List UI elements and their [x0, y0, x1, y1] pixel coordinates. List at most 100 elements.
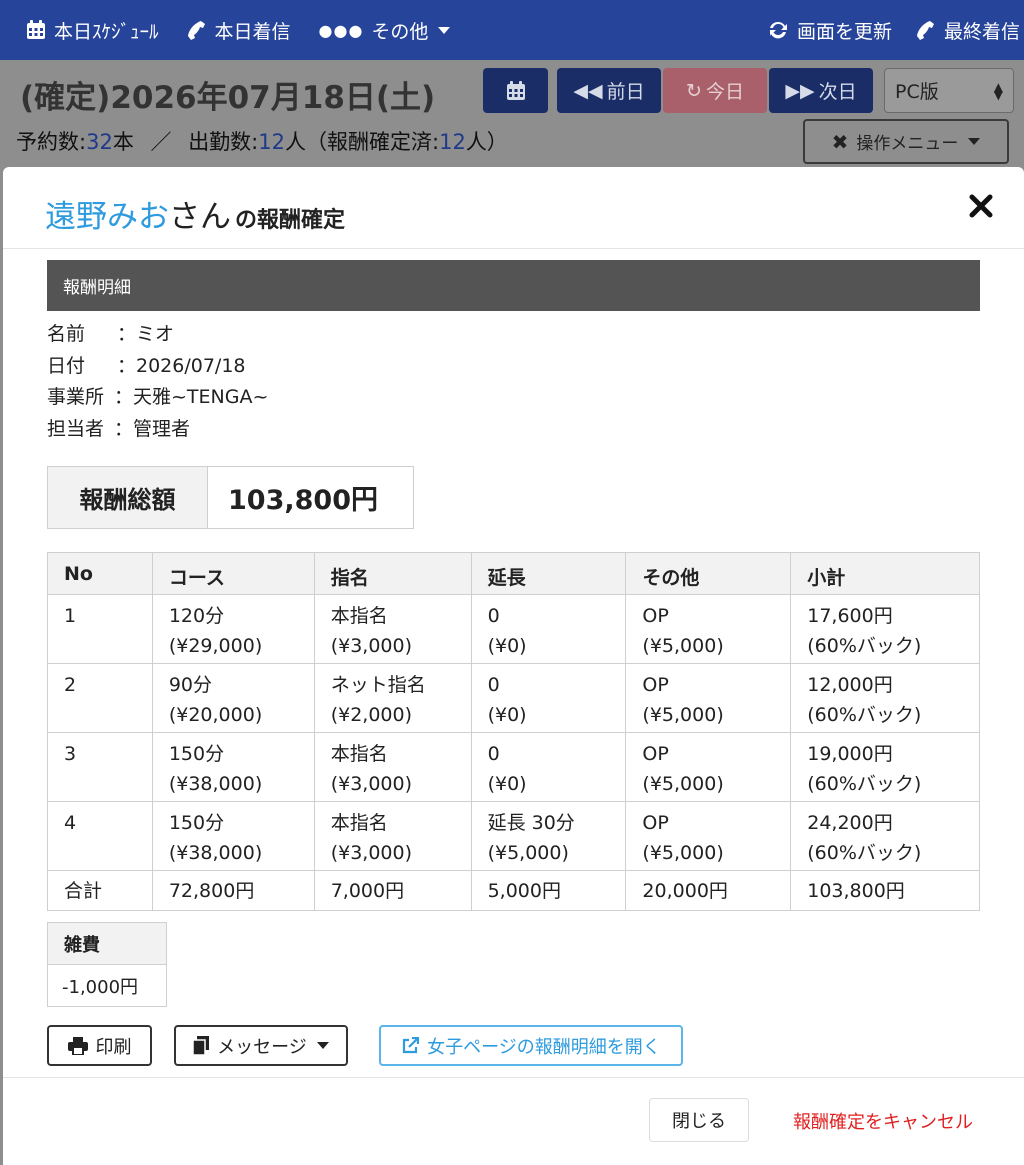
nav-refresh-label: 画面を更新 [796, 20, 892, 43]
cell-line: OP [642, 674, 669, 696]
nav-other-label: その他 [371, 20, 429, 43]
cell-line: 延長 30分 [487, 812, 575, 834]
cell-line: (¥20,000) [168, 704, 263, 726]
info-value: ：管理者 [114, 417, 191, 440]
info-key: 日付 [47, 354, 86, 377]
cell-line: (60%バック) [807, 704, 922, 726]
forward-icon: ▶▶ [785, 79, 815, 102]
cell-line: (¥29,000) [168, 635, 263, 657]
cell-other: OP (¥5,000) [625, 594, 792, 664]
cell-no: 1 [47, 594, 153, 664]
operations-menu-button[interactable]: ✖ 操作メニュー [803, 119, 1009, 164]
cell-line: 0 [487, 743, 500, 765]
cell-line: (¥5,000) [642, 842, 724, 864]
cell-line: (60%バック) [807, 773, 922, 795]
col-header: その他 [625, 552, 792, 595]
chevron-down-icon [316, 1042, 329, 1049]
cell-no: 4 [47, 801, 153, 871]
print-icon [67, 1036, 88, 1055]
misc-expense-value: -1,000円 [62, 976, 139, 998]
cell-subtotal: 24,200円 (60%バック) [790, 801, 980, 871]
nav-other-dropdown[interactable]: ●●● その他 [319, 17, 451, 44]
redo-icon: ↻ [686, 79, 702, 102]
message-dropdown-button[interactable]: メッセージ [174, 1025, 348, 1066]
cell-line: (¥5,000) [642, 704, 724, 726]
sum-extension: 5,000円 [470, 870, 627, 911]
modal-title-suffix: の報酬確定 [235, 208, 346, 233]
col-header: コース [151, 552, 315, 595]
cell-line: (60%バック) [807, 842, 922, 864]
page-stats: 予約数:32本 ／ 出勤数:12人（報酬確定済:12人） [16, 126, 508, 156]
col-header: 指名 [313, 552, 472, 595]
cell-line: OP [642, 743, 669, 765]
select-arrows-icon: ▲ ▼ [993, 79, 1003, 102]
prev-day-label: 前日 [606, 81, 645, 103]
cancel-reward-confirm-button[interactable]: 報酬確定をキャンセル [793, 1108, 973, 1134]
today-button[interactable]: ↻ 今日 [663, 68, 767, 113]
open-cast-reward-page-button[interactable]: 女子ページの報酬明細を開く [379, 1025, 683, 1066]
reward-info: 名前 ：ミオ 日付 ：2026/07/18 事業所 ：天雅~TENGA~ 担当者 ：管理… [47, 317, 268, 443]
info-value: ：ミオ [117, 323, 175, 346]
prev-day-button[interactable]: ◀◀ 前日 [557, 68, 661, 113]
reserve-unit: 本 [112, 130, 134, 154]
nav-today-schedule[interactable]: 本日ｽｹｼﾞｭｰﾙ [26, 17, 159, 44]
cell-course: 90分 (¥20,000) [151, 663, 315, 733]
sum-other: 20,000円 [625, 870, 792, 911]
table-sum-row: 合計 72,800円 7,000円 5,000円 20,000円 103,800… [47, 870, 980, 911]
close-icon[interactable] [968, 193, 994, 219]
cell-line: (¥3,000) [330, 842, 413, 864]
print-button[interactable]: 印刷 [47, 1025, 152, 1066]
cell-line: (60%バック) [807, 635, 922, 657]
attend-count: 12 [258, 130, 285, 154]
nav-today-calls[interactable]: 本日着信 [187, 17, 291, 44]
attend-unit: 人（報酬確定済: [285, 130, 440, 154]
calendar-icon [27, 20, 45, 39]
nav-last-call[interactable]: 最終着信 [916, 17, 1020, 44]
sum-nomination: 7,000円 [313, 870, 472, 911]
tools-icon: ✖ [831, 129, 849, 154]
reward-total: 報酬総額 103,800円 [47, 466, 414, 529]
confirmed-count: 12 [439, 130, 466, 154]
close-button[interactable]: 閉じる [649, 1098, 749, 1142]
cell-subtotal: 12,000円 (60%バック) [790, 663, 980, 733]
cell-course: 150分 (¥38,000) [151, 732, 315, 802]
operations-menu-label: 操作メニュー [856, 134, 959, 154]
table-row: 4 150分 (¥38,000) 本指名 (¥3,000) 延長 30分 (¥5,00… [47, 801, 980, 871]
version-select[interactable]: PC版 ▲ ▼ [884, 68, 1014, 113]
nav-refresh[interactable]: 画面を更新 [767, 17, 892, 44]
reward-confirm-modal: 遠野みお さん の報酬確定 報酬明細 名前 ：ミオ 日付 ：2026/07/18 事… [3, 167, 1024, 1165]
chevron-down-icon [438, 26, 451, 34]
confirmed-unit: 人） [465, 130, 508, 154]
info-row-date: 日付 ：2026/07/18 [47, 349, 268, 381]
phone-icon [916, 21, 934, 40]
section-header: 報酬明細 [47, 260, 980, 311]
calendar-button[interactable] [483, 68, 548, 113]
cell-extension: 0 (¥0) [470, 663, 627, 733]
col-header: 小計 [790, 552, 980, 595]
modal-title: 遠野みお さん の報酬確定 [45, 191, 345, 236]
cell-other: OP (¥5,000) [625, 732, 792, 802]
table-row: 2 90分 (¥20,000) ネット指名 (¥2,000) 0 (¥0) OP (¥5… [47, 663, 980, 733]
nav-today-schedule-label: 本日ｽｹｼﾞｭｰﾙ [54, 20, 159, 43]
reserve-count: 32 [86, 130, 113, 154]
cell-line: 120分 [168, 605, 225, 627]
cell-line: 0 [487, 605, 500, 627]
copy-icon [193, 1036, 210, 1055]
cell-line: (¥38,000) [168, 773, 263, 795]
cell-nomination: 本指名 (¥3,000) [313, 732, 472, 802]
reward-total-value: 103,800円 [228, 485, 378, 516]
today-label: 今日 [705, 81, 744, 103]
cell-other: OP (¥5,000) [625, 801, 792, 871]
next-day-button[interactable]: ▶▶ 次日 [769, 68, 873, 113]
cell-other: OP (¥5,000) [625, 663, 792, 733]
cell-nomination: 本指名 (¥3,000) [313, 801, 472, 871]
info-row-staff: 担当者 ：管理者 [47, 412, 268, 444]
cell-line: (¥5,000) [487, 842, 569, 864]
nav-today-calls-label: 本日着信 [214, 20, 291, 43]
cell-subtotal: 17,600円 (60%バック) [790, 594, 980, 664]
sum-label: 合計 [47, 870, 153, 911]
modal-header: 遠野みお さん の報酬確定 [3, 167, 1024, 249]
cell-line: (¥0) [487, 704, 527, 726]
info-row-name: 名前 ：ミオ [47, 317, 268, 349]
cell-line: OP [642, 812, 669, 834]
